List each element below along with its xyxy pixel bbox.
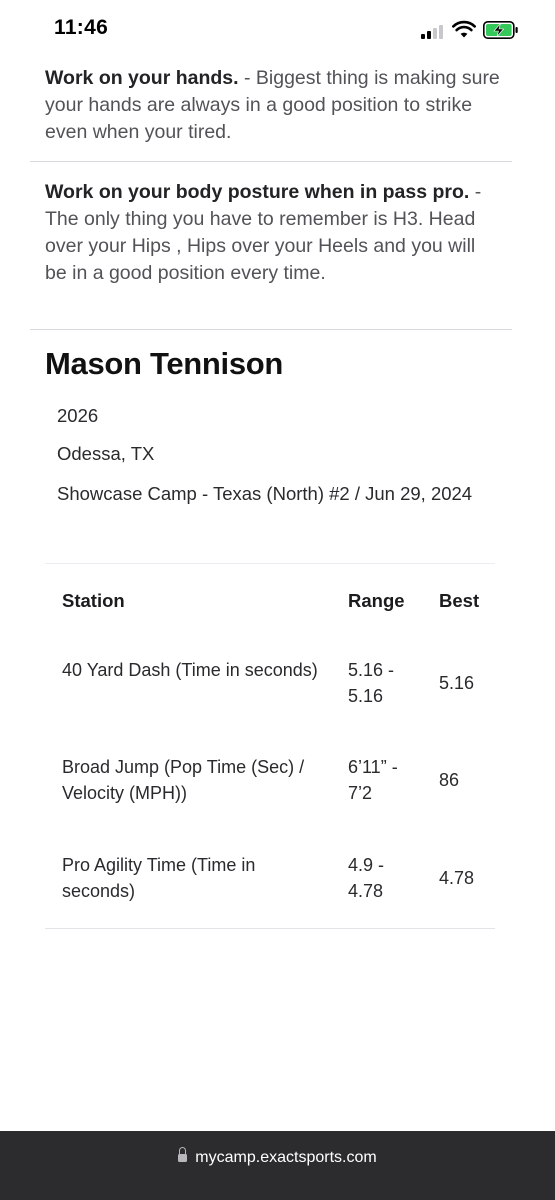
divider (45, 928, 495, 929)
cell-best: 86 (439, 770, 460, 790)
status-bar: 11:46 (0, 0, 555, 62)
tip-title: Work on your hands. (45, 67, 239, 89)
divider (45, 563, 495, 564)
battery-charging-icon (483, 21, 518, 39)
status-time: 11:46 (54, 16, 109, 39)
divider (30, 161, 512, 162)
cell-best: 5.16 (439, 673, 475, 693)
tip-title: Work on your body posture when in pass p… (45, 181, 470, 203)
wifi-icon (452, 20, 476, 38)
camp-event: Showcase Camp - Texas (North) #2 / Jun 2… (57, 483, 473, 504)
header-range: Range (348, 590, 405, 611)
class-year: 2026 (57, 405, 99, 426)
cell-range: 6’11” - 7’2 (348, 757, 398, 803)
url-display[interactable]: mycamp.exactsports.com (0, 1147, 555, 1167)
athlete-location: Odessa, TX (57, 443, 155, 464)
url-text: mycamp.exactsports.com (195, 1149, 377, 1166)
cell-range: 4.9 - 4.78 (348, 855, 385, 901)
coaching-tip: Work on your body posture when in pass p… (45, 179, 500, 287)
browser-url-bar[interactable]: mycamp.exactsports.com (0, 1131, 555, 1200)
divider (30, 329, 512, 330)
header-station: Station (62, 590, 125, 611)
cell-station: Pro Agility Time (Time in seconds) (62, 855, 256, 901)
header-best: Best (439, 590, 480, 611)
coaching-tip: Work on your hands. - Biggest thing is m… (45, 65, 500, 146)
cell-station: Broad Jump (Pop Time (Sec) / Velocity (M… (62, 757, 305, 803)
athlete-name: Mason Tennison (45, 346, 284, 381)
cell-best: 4.78 (439, 868, 475, 888)
cellular-signal-icon (421, 24, 446, 39)
cell-range: 5.16 - 5.16 (348, 660, 395, 706)
lock-icon (178, 1147, 188, 1163)
cell-station: 40 Yard Dash (Time in seconds) (62, 660, 318, 680)
